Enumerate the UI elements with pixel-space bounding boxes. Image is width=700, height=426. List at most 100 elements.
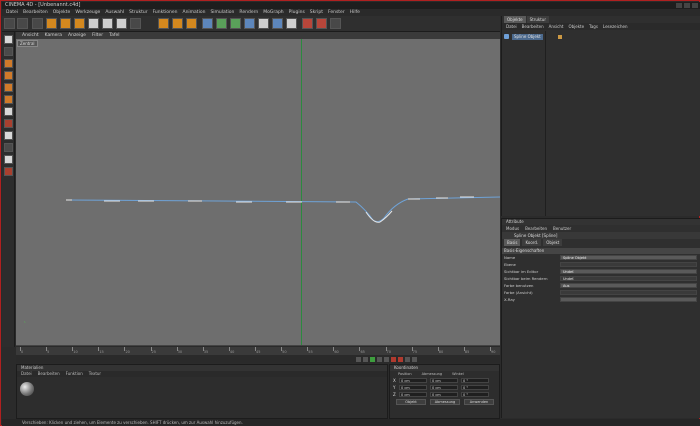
menu-item[interactable]: Auswahl xyxy=(105,9,124,16)
material-ball-icon[interactable] xyxy=(20,382,34,396)
scene-icon[interactable] xyxy=(258,18,269,29)
nurbs-icon[interactable] xyxy=(230,18,241,29)
property-value[interactable] xyxy=(560,290,697,295)
position-field[interactable]: 0 cm xyxy=(399,385,427,390)
render-view-icon[interactable] xyxy=(158,18,169,29)
object-column-divider[interactable] xyxy=(545,31,546,216)
spline-curve[interactable] xyxy=(16,32,500,345)
coord-button[interactable]: Objekt xyxy=(396,399,426,405)
record-icon[interactable] xyxy=(391,357,396,362)
menu-item[interactable]: Skript xyxy=(310,9,323,16)
object-menu-item[interactable]: Tags xyxy=(589,23,598,30)
coord-system-icon[interactable] xyxy=(130,18,141,29)
property-value[interactable]: Aus xyxy=(560,283,697,288)
menu-item[interactable]: Werkzeuge xyxy=(75,9,100,16)
menu-item[interactable]: Plugins xyxy=(289,9,305,16)
property-value[interactable] xyxy=(560,297,697,302)
timeline-ruler[interactable]: 0 5 10 15 20 25 30 35 40 45 50 55 60 65 70 75 80 85 90 xyxy=(16,347,500,355)
magnet-icon[interactable] xyxy=(316,18,327,29)
material-menu-item[interactable]: Bearbeiten xyxy=(38,371,60,377)
rotate-icon[interactable] xyxy=(74,18,85,29)
object-menu-item[interactable]: Datei xyxy=(506,23,517,30)
y-axis-icon[interactable] xyxy=(102,18,113,29)
menu-item[interactable]: Struktur xyxy=(129,9,147,16)
cube-icon[interactable] xyxy=(202,18,213,29)
editor-viewport[interactable]: Ansicht Kamera Anzeige Filter Tafel Zentral … xyxy=(16,32,500,345)
menu-item[interactable]: Datei xyxy=(6,9,18,16)
property-value[interactable]: Spline Objekt xyxy=(560,255,697,260)
attr-tab[interactable]: Objekt xyxy=(543,239,563,246)
object-axis-icon[interactable] xyxy=(4,59,13,68)
menu-item[interactable]: Fenster xyxy=(328,9,345,16)
property-value[interactable]: Undef. xyxy=(560,269,697,274)
attr-menu-item[interactable]: Modus xyxy=(506,225,519,232)
light-icon[interactable] xyxy=(286,18,297,29)
attr-menu-item[interactable]: Bearbeiten xyxy=(525,225,547,232)
object-menu-item[interactable]: Ansicht xyxy=(549,23,564,30)
render-picture-icon[interactable] xyxy=(172,18,183,29)
menu-item[interactable]: Rendern xyxy=(239,9,258,16)
goto-start-icon[interactable] xyxy=(356,357,361,362)
material-menu-item[interactable]: Datei xyxy=(21,371,32,377)
points-mode-icon[interactable] xyxy=(4,71,13,80)
menu-item[interactable]: Hilfe xyxy=(350,9,360,16)
object-menu-item[interactable]: Bearbeiten xyxy=(522,23,544,30)
grid-icon[interactable] xyxy=(4,143,13,152)
attr-tab[interactable]: Koord. xyxy=(522,239,542,246)
sculpt-mode-icon[interactable] xyxy=(4,119,13,128)
material-menu-item[interactable]: Textur xyxy=(89,371,101,377)
undo-icon[interactable] xyxy=(4,18,15,29)
visibility-dots-icon[interactable] xyxy=(557,34,562,39)
object-row[interactable]: Spline Objekt xyxy=(504,33,699,40)
play-icon[interactable] xyxy=(370,357,375,362)
coord-button[interactable]: Anwenden xyxy=(464,399,494,405)
spline-pen-icon[interactable] xyxy=(216,18,227,29)
texture-mode-icon[interactable] xyxy=(4,47,13,56)
position-field[interactable]: 0 cm xyxy=(399,392,427,397)
camera-icon[interactable] xyxy=(272,18,283,29)
attr-tab[interactable]: Basis xyxy=(504,239,521,246)
menu-item[interactable]: Simulation xyxy=(210,9,234,16)
goto-end-icon[interactable] xyxy=(384,357,389,362)
timeline-settings-icon[interactable] xyxy=(412,357,417,362)
minimize-icon[interactable] xyxy=(676,3,682,8)
edges-mode-icon[interactable] xyxy=(4,83,13,92)
object-menu-item[interactable]: Objekte xyxy=(568,23,584,30)
checker-icon[interactable] xyxy=(4,131,13,140)
position-field[interactable]: 0 cm xyxy=(399,378,427,383)
x-axis-icon[interactable] xyxy=(88,18,99,29)
polygons-mode-icon[interactable] xyxy=(4,95,13,104)
menu-item[interactable]: Animation xyxy=(182,9,205,16)
object-name[interactable]: Spline Objekt xyxy=(512,33,543,40)
workplane-icon[interactable] xyxy=(4,167,13,176)
material-menu-item[interactable]: Funktion xyxy=(66,371,83,377)
object-tab[interactable]: Struktur xyxy=(526,16,549,23)
angle-field[interactable]: 0 ° xyxy=(461,392,489,397)
render-settings-icon[interactable] xyxy=(186,18,197,29)
scale-icon[interactable] xyxy=(60,18,71,29)
knife-icon[interactable] xyxy=(302,18,313,29)
size-field[interactable]: 0 cm xyxy=(430,392,458,397)
autokey-icon[interactable] xyxy=(398,357,403,362)
redo-icon[interactable] xyxy=(17,18,28,29)
snap-icon[interactable] xyxy=(4,155,13,164)
attr-menu-item[interactable]: Benutzer xyxy=(553,225,571,232)
select-icon[interactable] xyxy=(32,18,43,29)
coord-button[interactable]: Abmessung xyxy=(430,399,460,405)
menu-item[interactable]: MoGraph xyxy=(263,9,283,16)
z-axis-icon[interactable] xyxy=(116,18,127,29)
angle-field[interactable]: 0 ° xyxy=(461,378,489,383)
menu-item[interactable]: Objekte xyxy=(53,9,71,16)
property-value[interactable]: Undef. xyxy=(560,276,697,281)
layout-icon[interactable] xyxy=(330,18,341,29)
next-frame-icon[interactable] xyxy=(377,357,382,362)
angle-field[interactable]: 0 ° xyxy=(461,385,489,390)
array-icon[interactable] xyxy=(244,18,255,29)
animation-mode-icon[interactable] xyxy=(4,107,13,116)
maximize-icon[interactable] xyxy=(684,3,690,8)
object-menu-item[interactable]: Lesezeichen xyxy=(603,23,628,30)
timeline[interactable]: 0 5 10 15 20 25 30 35 40 45 50 55 60 65 70 75 80 85 90 xyxy=(16,345,500,363)
menu-item[interactable]: Funktionen xyxy=(153,9,178,16)
property-value[interactable] xyxy=(560,262,697,267)
size-field[interactable]: 0 cm xyxy=(430,378,458,383)
